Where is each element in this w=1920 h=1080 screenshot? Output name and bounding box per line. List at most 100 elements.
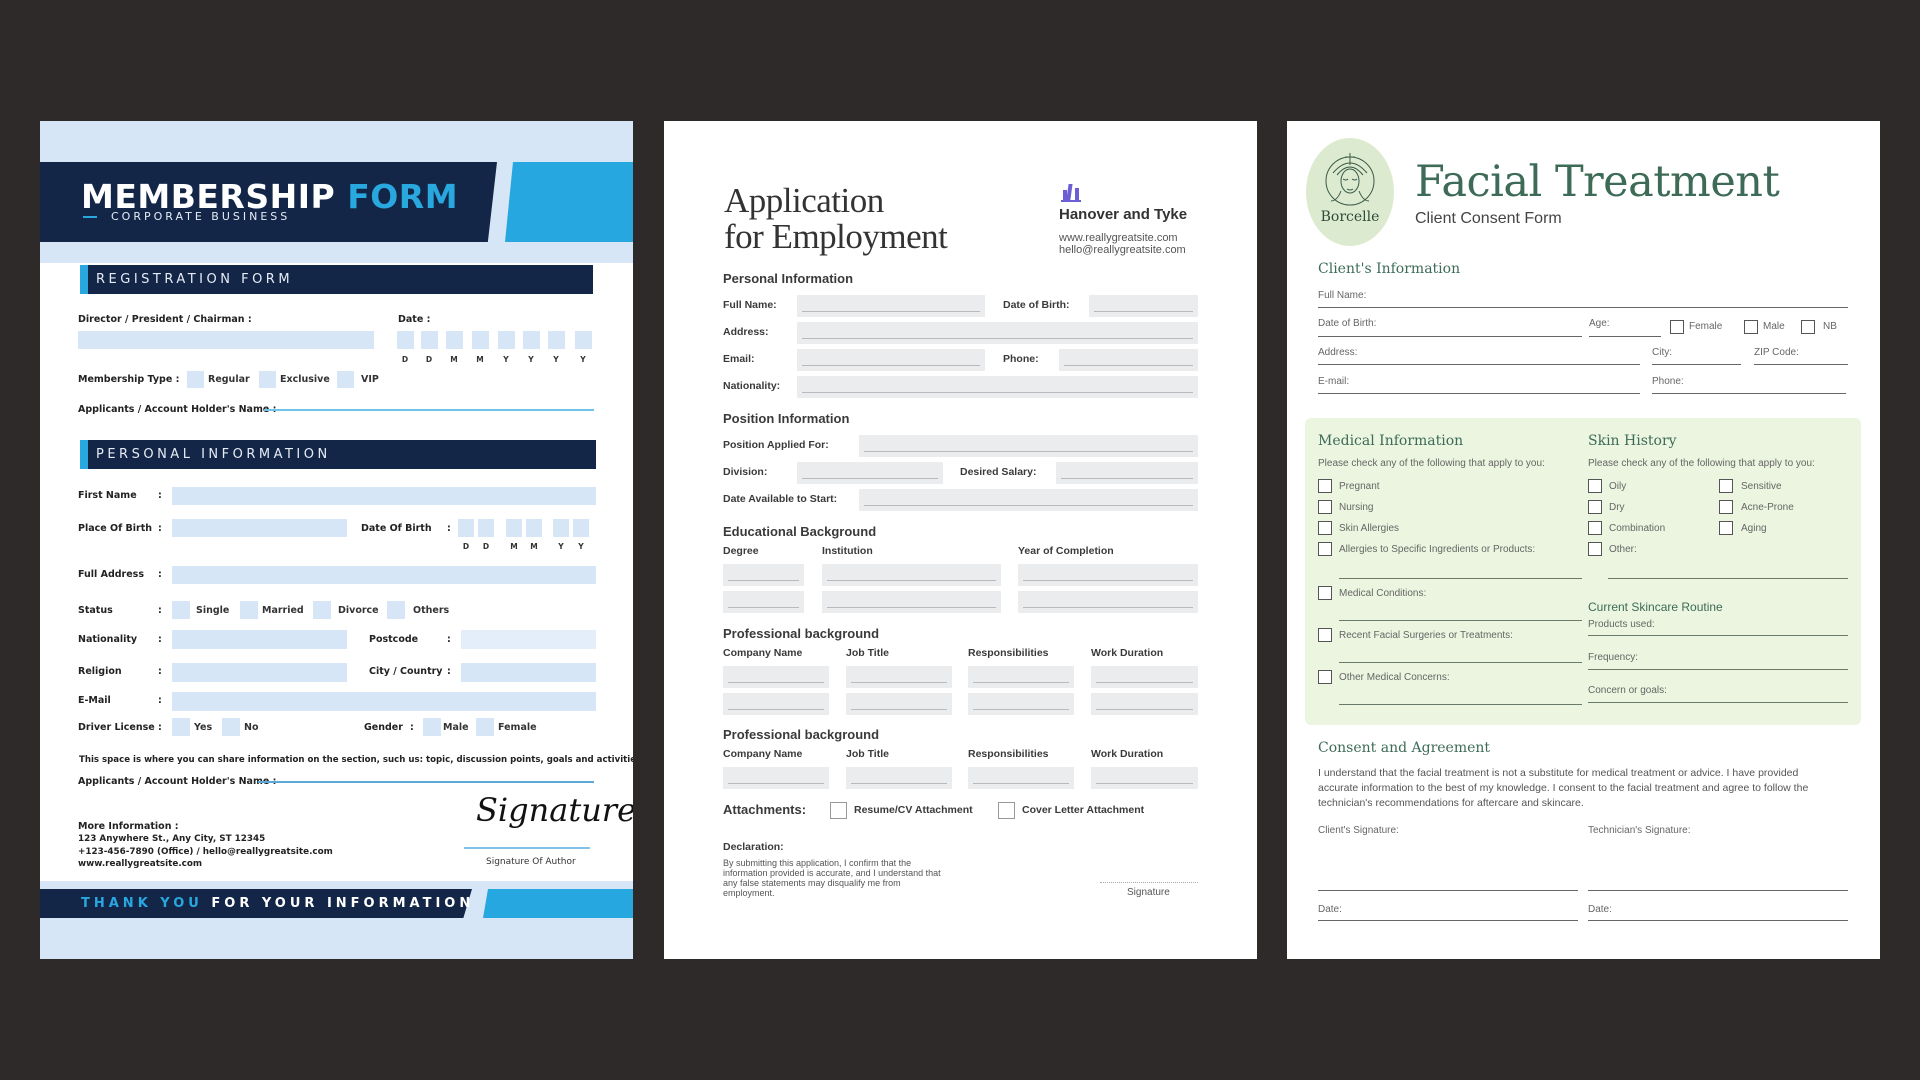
exclusive-checkbox[interactable] (259, 371, 276, 388)
responsibilities-input[interactable] (968, 693, 1074, 715)
client-date-line[interactable] (1318, 920, 1578, 921)
year-input[interactable] (1018, 564, 1198, 586)
work-duration-input[interactable] (1091, 666, 1198, 688)
medical-option-checkbox[interactable] (1318, 500, 1332, 514)
email-input[interactable] (797, 349, 985, 371)
signature-line[interactable] (464, 847, 590, 849)
date-digit-box[interactable] (472, 331, 489, 349)
date-digit-box[interactable] (397, 331, 414, 349)
full-address-input[interactable] (172, 566, 596, 584)
medical-conditions-line[interactable] (1339, 620, 1582, 621)
signature-line[interactable] (1100, 882, 1198, 883)
recent-surgeries-line[interactable] (1339, 662, 1582, 663)
start-date-input[interactable] (859, 489, 1198, 511)
nationality-input[interactable] (797, 376, 1198, 398)
job-title-input[interactable] (846, 666, 952, 688)
full-name-input[interactable] (797, 295, 985, 317)
director-input[interactable] (78, 331, 374, 349)
dob-digit-box[interactable] (478, 519, 494, 537)
religion-input[interactable] (172, 663, 347, 682)
dob-digit-box[interactable] (458, 519, 474, 537)
salary-input[interactable] (1056, 462, 1198, 484)
position-input[interactable] (859, 435, 1198, 457)
work-duration-input[interactable] (1091, 693, 1198, 715)
skin-option-checkbox[interactable] (1719, 479, 1733, 493)
address-line[interactable] (1318, 364, 1640, 365)
date-digit-box[interactable] (446, 331, 463, 349)
female-checkbox[interactable] (1670, 320, 1684, 334)
medical-option-checkbox[interactable] (1318, 542, 1332, 556)
email-line[interactable] (1318, 393, 1640, 394)
divorce-checkbox[interactable] (313, 601, 331, 619)
skin-option-checkbox[interactable] (1588, 479, 1602, 493)
single-checkbox[interactable] (172, 601, 190, 619)
resume-checkbox[interactable] (830, 802, 847, 819)
date-digit-box[interactable] (548, 331, 565, 349)
license-yes-checkbox[interactable] (172, 718, 190, 736)
nationality-input[interactable] (172, 630, 347, 649)
full-name-line[interactable] (1318, 307, 1848, 308)
client-signature-line[interactable] (1318, 890, 1578, 891)
others-checkbox[interactable] (387, 601, 405, 619)
cover-letter-checkbox[interactable] (998, 802, 1015, 819)
skin-option-checkbox[interactable] (1588, 542, 1602, 556)
frequency-line[interactable] (1588, 669, 1848, 670)
vip-checkbox[interactable] (337, 371, 354, 388)
date-digit-box[interactable] (523, 331, 540, 349)
male-checkbox[interactable] (423, 718, 441, 736)
skin-option-checkbox[interactable] (1588, 521, 1602, 535)
medical-option-checkbox[interactable] (1318, 479, 1332, 493)
postcode-input[interactable] (461, 630, 596, 649)
concern-line[interactable] (1588, 702, 1848, 703)
male-checkbox[interactable] (1744, 320, 1758, 334)
medical-conditions-checkbox[interactable] (1318, 586, 1332, 600)
dob-digit-box[interactable] (526, 519, 542, 537)
married-checkbox[interactable] (240, 601, 258, 619)
applicant-line[interactable] (264, 409, 594, 411)
technician-signature-line[interactable] (1588, 890, 1848, 891)
nb-checkbox[interactable] (1801, 320, 1815, 334)
other-concerns-checkbox[interactable] (1318, 670, 1332, 684)
dob-digit-box[interactable] (553, 519, 569, 537)
skin-option-checkbox[interactable] (1719, 521, 1733, 535)
company-name-input[interactable] (723, 666, 829, 688)
company-name-input[interactable] (723, 693, 829, 715)
skin-option-checkbox[interactable] (1719, 500, 1733, 514)
phone-line[interactable] (1652, 393, 1846, 394)
technician-date-line[interactable] (1588, 920, 1848, 921)
job-title-input[interactable] (846, 693, 952, 715)
female-checkbox[interactable] (476, 718, 494, 736)
dob-input[interactable] (1089, 295, 1198, 317)
division-input[interactable] (797, 462, 943, 484)
recent-surgeries-checkbox[interactable] (1318, 628, 1332, 642)
first-name-input[interactable] (172, 487, 596, 505)
license-no-checkbox[interactable] (222, 718, 240, 736)
email-input[interactable] (172, 692, 596, 711)
regular-checkbox[interactable] (187, 371, 204, 388)
degree-input[interactable] (723, 564, 804, 586)
phone-input[interactable] (1059, 349, 1198, 371)
skin-option-checkbox[interactable] (1588, 500, 1602, 514)
year-input[interactable] (1018, 591, 1198, 613)
city-line[interactable] (1652, 364, 1741, 365)
applicant-line-2[interactable] (258, 781, 594, 783)
degree-input[interactable] (723, 591, 804, 613)
date-digit-box[interactable] (575, 331, 592, 349)
age-line[interactable] (1589, 336, 1661, 337)
place-of-birth-input[interactable] (172, 519, 347, 537)
work-duration-input[interactable] (1091, 767, 1198, 789)
zip-line[interactable] (1754, 364, 1848, 365)
institution-input[interactable] (822, 564, 1001, 586)
products-line[interactable] (1588, 635, 1848, 636)
dob-digit-box[interactable] (573, 519, 589, 537)
dob-line[interactable] (1318, 336, 1582, 337)
institution-input[interactable] (822, 591, 1001, 613)
allergies-line[interactable] (1339, 578, 1582, 579)
job-title-input[interactable] (846, 767, 952, 789)
date-digit-box[interactable] (421, 331, 438, 349)
responsibilities-input[interactable] (968, 666, 1074, 688)
company-name-input[interactable] (723, 767, 829, 789)
skin-other-line[interactable] (1608, 578, 1848, 579)
city-country-input[interactable] (461, 663, 596, 682)
date-digit-box[interactable] (498, 331, 515, 349)
